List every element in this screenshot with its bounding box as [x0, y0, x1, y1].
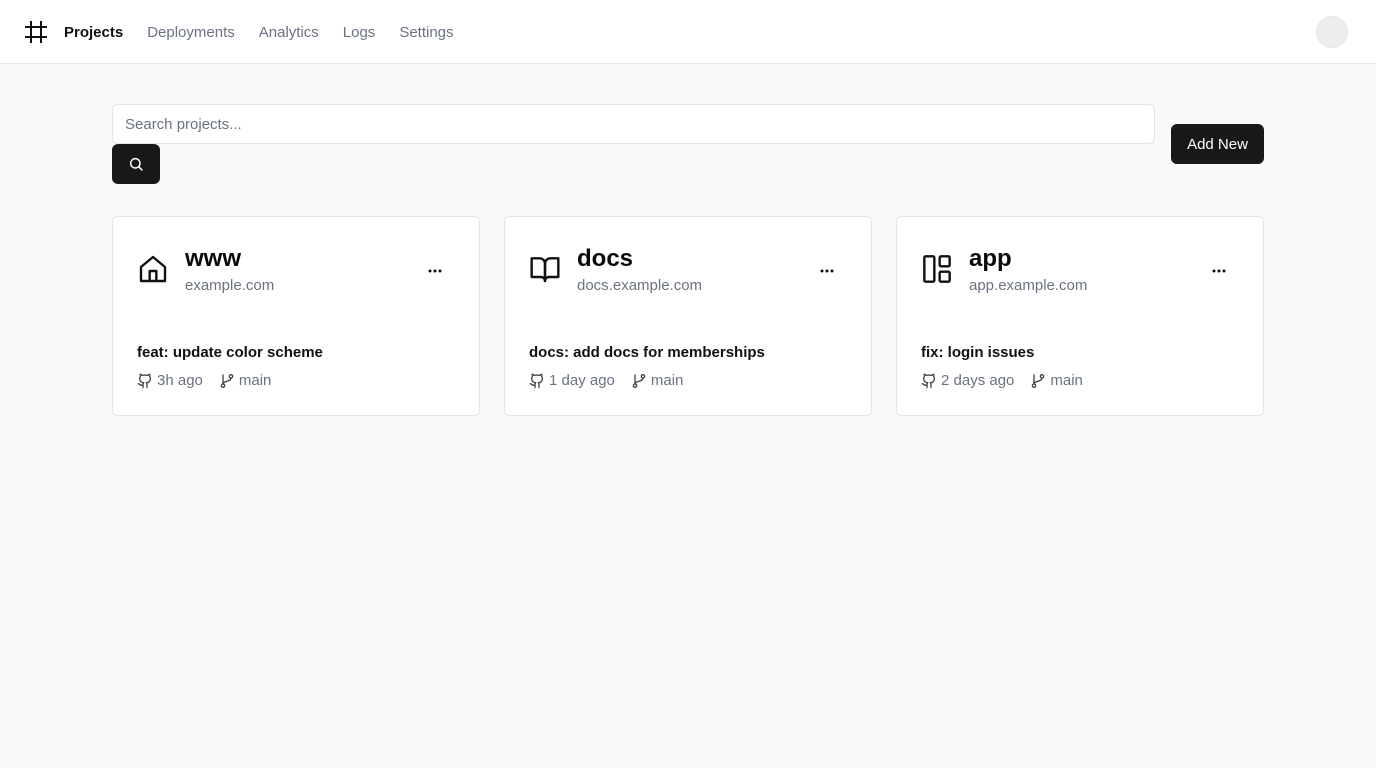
commit-meta: 1 day ago main: [529, 372, 683, 389]
top-navigation-bar: Projects Deployments Analytics Logs Sett…: [0, 0, 1376, 64]
ellipsis-icon: [1212, 269, 1226, 273]
commit-time-label: 3h ago: [157, 372, 203, 389]
more-options-button[interactable]: [1207, 261, 1231, 281]
git-branch-icon: [1032, 373, 1045, 388]
branch: main: [219, 372, 272, 389]
branch: main: [631, 372, 684, 389]
branch-label: main: [1050, 372, 1083, 389]
add-new-button[interactable]: Add New: [1171, 124, 1264, 164]
nav-item-settings[interactable]: Settings: [399, 24, 453, 41]
commit-time-label: 2 days ago: [941, 372, 1015, 389]
project-card-www[interactable]: www example.com feat: update color schem…: [112, 216, 480, 416]
nav-item-analytics[interactable]: Analytics: [259, 24, 319, 41]
ellipsis-icon: [428, 269, 442, 273]
nav-item-deployments[interactable]: Deployments: [147, 24, 235, 41]
git-branch-icon: [220, 373, 234, 388]
nav-item-logs[interactable]: Logs: [343, 24, 376, 41]
search-button[interactable]: [112, 144, 160, 184]
github-icon: [137, 373, 152, 388]
home-icon: [139, 255, 167, 283]
project-name[interactable]: app: [969, 245, 1012, 273]
project-domain[interactable]: app.example.com: [969, 277, 1087, 294]
commit-meta: 3h ago main: [137, 372, 271, 389]
git-branch-icon: [632, 373, 646, 388]
more-options-button[interactable]: [423, 261, 447, 281]
more-options-button[interactable]: [815, 261, 839, 281]
github-icon: [921, 373, 936, 388]
project-domain[interactable]: docs.example.com: [577, 277, 702, 294]
user-avatar[interactable]: [1316, 16, 1348, 48]
project-card-docs[interactable]: docs docs.example.com docs: add docs for…: [504, 216, 872, 416]
project-card-app[interactable]: app app.example.com fix: login issues 2 …: [896, 216, 1264, 416]
layout-panel-icon: [923, 255, 951, 283]
last-commit-message[interactable]: fix: login issues: [921, 344, 1034, 361]
project-name[interactable]: docs: [577, 245, 633, 273]
commit-time: 1 day ago: [529, 372, 615, 389]
branch-label: main: [238, 372, 272, 389]
commit-meta: 2 days ago main: [921, 372, 1083, 389]
search-input[interactable]: [112, 104, 1155, 144]
branch: main: [1030, 372, 1083, 389]
project-name[interactable]: www: [185, 245, 241, 273]
commit-time: 2 days ago: [921, 372, 1014, 389]
commit-time: 3h ago: [137, 372, 203, 389]
nav-item-projects[interactable]: Projects: [64, 24, 123, 41]
book-open-icon: [530, 257, 560, 283]
branch-label: main: [650, 372, 684, 389]
commit-time-label: 1 day ago: [549, 372, 615, 389]
search-icon: [129, 157, 143, 171]
last-commit-message[interactable]: docs: add docs for memberships: [529, 344, 765, 361]
project-domain[interactable]: example.com: [185, 277, 274, 294]
main-nav: Projects Deployments Analytics Logs Sett…: [64, 0, 454, 64]
ellipsis-icon: [820, 269, 834, 273]
last-commit-message[interactable]: feat: update color scheme: [137, 344, 323, 361]
hash-logo-icon[interactable]: [24, 20, 48, 44]
github-icon: [529, 373, 544, 388]
